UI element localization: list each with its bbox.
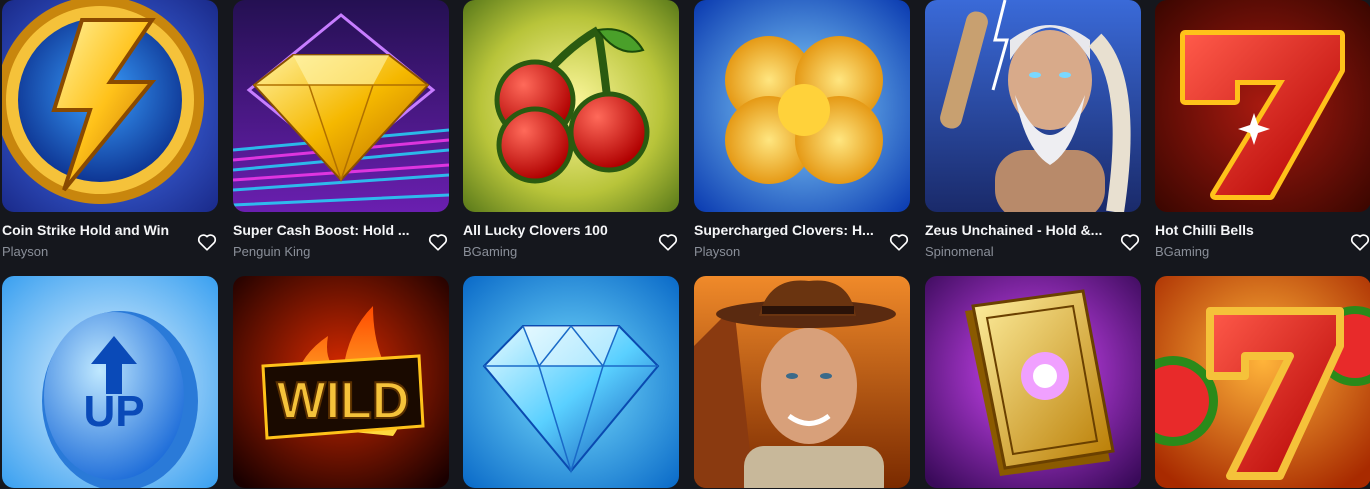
game-thumbnail-blue-diamond[interactable]	[463, 276, 679, 488]
game-card[interactable]: Supercharged Clovers: H... Playson	[694, 0, 910, 264]
game-thumbnail-explorer[interactable]	[694, 276, 910, 488]
game-card[interactable]: Coin Strike Hold and Win Playson	[2, 0, 218, 264]
game-provider: Spinomenal	[925, 244, 994, 259]
game-card[interactable]	[694, 276, 910, 488]
game-thumbnail-golden-book[interactable]	[925, 276, 1141, 488]
game-thumbnail-wild-fire[interactable]: WILD	[233, 276, 449, 488]
game-card[interactable]	[925, 276, 1141, 488]
heart-outline-icon[interactable]	[196, 231, 218, 253]
game-thumbnail-golden-clover[interactable]	[694, 0, 910, 212]
game-provider: BGaming	[463, 244, 518, 259]
heart-outline-icon[interactable]	[427, 231, 449, 253]
game-thumbnail-red-seven[interactable]	[1155, 0, 1370, 212]
game-title[interactable]: Hot Chilli Bells	[1155, 222, 1337, 238]
game-card[interactable]: Super Cash Boost: Hold ... Penguin King	[233, 0, 449, 264]
game-provider: Playson	[2, 244, 49, 259]
svg-text:WILD: WILD	[277, 372, 410, 430]
game-thumbnail-lightning-coin[interactable]	[2, 0, 218, 212]
game-title[interactable]: Coin Strike Hold and Win	[2, 222, 184, 238]
game-card[interactable]: WILD	[233, 276, 449, 488]
heart-outline-icon[interactable]	[888, 231, 910, 253]
game-grid: Coin Strike Hold and Win Playson Super C…	[0, 0, 1370, 489]
game-title[interactable]: Zeus Unchained - Hold &...	[925, 222, 1107, 238]
heart-outline-icon[interactable]	[1119, 231, 1141, 253]
svg-text:UP: UP	[83, 387, 144, 436]
game-title[interactable]: Supercharged Clovers: H...	[694, 222, 876, 238]
game-card[interactable]: Zeus Unchained - Hold &... Spinomenal	[925, 0, 1141, 264]
game-thumbnail-zeus[interactable]	[925, 0, 1141, 212]
heart-outline-icon[interactable]	[657, 231, 679, 253]
game-thumbnail-up-coin[interactable]: UP	[2, 276, 218, 488]
game-provider: Penguin King	[233, 244, 311, 259]
game-card[interactable]: All Lucky Clovers 100 BGaming	[463, 0, 679, 264]
game-thumbnail-cherries[interactable]	[463, 0, 679, 212]
game-card[interactable]: UP	[2, 276, 218, 488]
heart-outline-icon[interactable]	[1349, 231, 1370, 253]
game-card[interactable]	[1155, 276, 1370, 488]
game-thumbnail-seven-watermelon[interactable]	[1155, 276, 1370, 488]
game-card[interactable]	[463, 276, 679, 488]
game-provider: Playson	[694, 244, 741, 259]
game-thumbnail-gold-diamond[interactable]	[233, 0, 449, 212]
game-provider: BGaming	[1155, 244, 1210, 259]
game-title[interactable]: All Lucky Clovers 100	[463, 222, 645, 238]
game-card[interactable]: Hot Chilli Bells BGaming	[1155, 0, 1370, 264]
game-title[interactable]: Super Cash Boost: Hold ...	[233, 222, 415, 238]
